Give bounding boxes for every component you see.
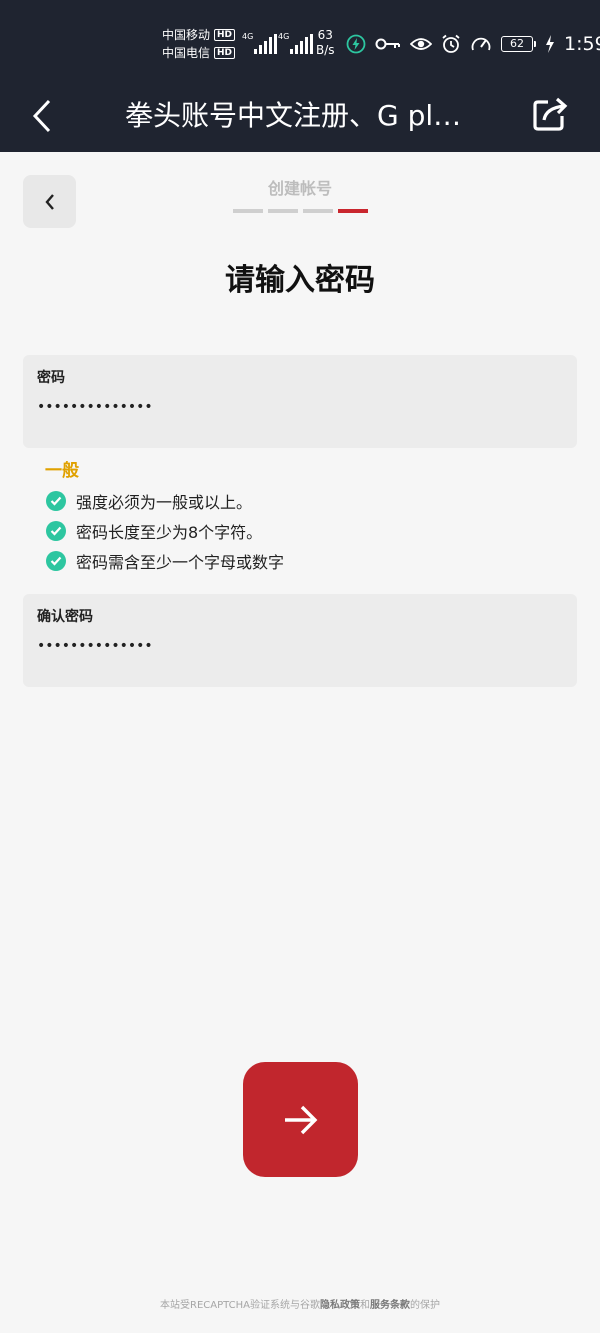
hd-badge: HD: [214, 47, 236, 59]
alarm-icon: [442, 34, 460, 53]
charging-icon: [346, 34, 366, 54]
carrier-1: 中国移动: [162, 28, 211, 42]
network-speed: 63 B/s: [316, 28, 335, 57]
next-button[interactable]: [243, 1062, 358, 1177]
rule-text: 强度必须为一般或以上。: [76, 493, 253, 512]
step-indicator: [303, 209, 333, 213]
check-icon: [46, 521, 66, 541]
arrow-right-icon: [284, 1105, 317, 1134]
signal-icon: 4G: [242, 32, 277, 54]
terms-link[interactable]: 服务条款: [370, 1300, 410, 1311]
share-icon: [533, 97, 568, 131]
step-label: 创建帐号: [267, 179, 332, 198]
app-bar: 拳头账号中文注册、G pl…: [0, 80, 600, 152]
password-field[interactable]: 密码 ••••••••••••••: [23, 355, 577, 448]
carrier-info: 中国移动 HD 中国电信 HD: [162, 26, 236, 62]
charging-bolt-icon: [546, 35, 554, 53]
step-indicator-active: [338, 209, 368, 213]
step-indicator: [268, 209, 298, 213]
speedometer-icon: [471, 37, 491, 51]
battery-icon: 62: [501, 36, 536, 52]
back-button[interactable]: [22, 94, 62, 138]
confirm-password-input[interactable]: ••••••••••••••: [37, 638, 153, 654]
password-label: 密码: [37, 370, 65, 386]
confirm-password-field[interactable]: 确认密码 ••••••••••••••: [23, 594, 577, 687]
signal-icon: 4G: [278, 32, 313, 54]
page-title-bar: 拳头账号中文注册、G pl…: [125, 99, 462, 132]
chevron-left-icon: [32, 99, 51, 133]
back-step-button[interactable]: [23, 175, 76, 228]
clock: 1:59: [564, 33, 600, 55]
rule-item: 强度必须为一般或以上。: [46, 489, 252, 513]
rule-item: 密码需含至少一个字母或数字: [46, 549, 284, 573]
check-icon: [46, 551, 66, 571]
network-type: 4G: [278, 32, 290, 41]
step-indicator: [233, 209, 263, 213]
status-bar: 中国移动HD 中国电信HD 4G 4G 63 B/s 62 1:59: [0, 0, 600, 80]
check-icon: [46, 491, 66, 511]
privacy-link[interactable]: 隐私政策: [320, 1300, 360, 1311]
status-icons: 62 1:59: [346, 33, 600, 55]
step-progress: [233, 209, 368, 213]
rule-text: 密码长度至少为8个字符。: [76, 523, 263, 542]
confirm-password-label: 确认密码: [37, 609, 93, 625]
network-type: 4G: [242, 32, 254, 41]
key-icon: [375, 38, 400, 50]
chevron-left-icon: [44, 193, 54, 210]
form-heading: 请输入密码: [225, 263, 375, 298]
eye-icon: [410, 38, 432, 50]
hd-badge: HD: [214, 29, 236, 41]
carrier-2: 中国电信: [162, 46, 211, 60]
rule-text: 密码需含至少一个字母或数字: [76, 553, 285, 572]
rule-item: 密码长度至少为8个字符。: [46, 519, 262, 543]
recaptcha-notice: 本站受RECAPTCHA验证系统与谷歌隐私政策和服务条款的保护: [160, 1300, 440, 1311]
strength-indicator: 一般: [45, 461, 79, 481]
password-input[interactable]: ••••••••••••••: [37, 399, 153, 415]
share-button[interactable]: [528, 92, 572, 136]
